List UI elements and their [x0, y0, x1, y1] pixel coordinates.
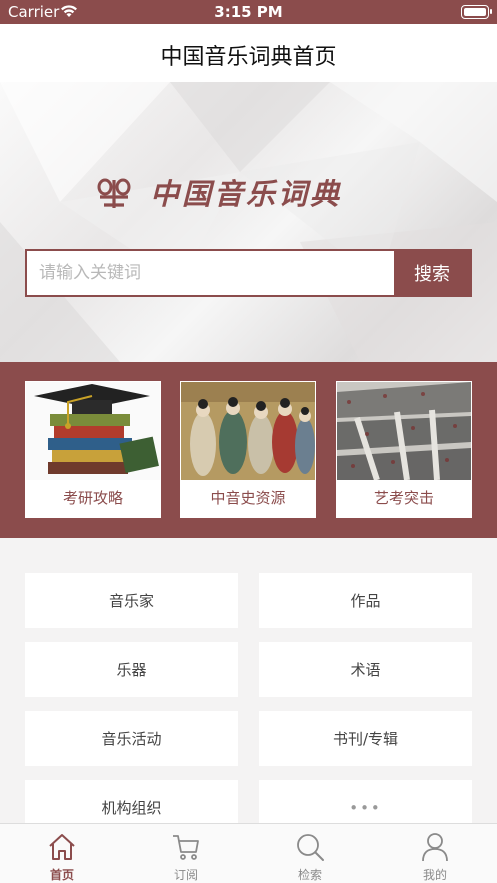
feature-label: 艺考突击	[373, 489, 434, 507]
tab-subscribe[interactable]: 订阅	[124, 824, 248, 883]
search-icon	[297, 834, 324, 861]
tab-bar: 首页 订阅 检索 我的	[0, 823, 497, 883]
feature-card-exam-guide[interactable]: 考研攻略	[25, 381, 161, 518]
category-grid: 音乐家 作品 乐器 术语 音乐活动 书刊/专辑 机构组织 •••	[0, 538, 497, 835]
battery-icon	[461, 5, 492, 19]
search-input[interactable]	[27, 251, 394, 295]
ancient-painting-image	[181, 382, 315, 480]
category-works-button[interactable]: 作品	[259, 573, 472, 628]
category-music-events-button[interactable]: 音乐活动	[25, 711, 238, 766]
search-bar: 搜索	[25, 249, 472, 297]
navigation-bar: 中国音乐词典首页	[0, 24, 497, 82]
user-icon	[422, 833, 448, 862]
feature-card-history-resources[interactable]: 中音史资源	[180, 381, 316, 518]
feature-label: 中音史资源	[210, 489, 286, 507]
search-button[interactable]: 搜索	[394, 251, 470, 295]
logo-emblem-icon	[97, 178, 131, 208]
tab-label: 首页	[49, 868, 74, 882]
category-musicians-button[interactable]: 音乐家	[25, 573, 238, 628]
dictionary-logo: 中国音乐词典	[96, 172, 406, 212]
feature-card-art-exam-sprint[interactable]: 艺考突击	[336, 381, 472, 518]
category-terms-button[interactable]: 术语	[259, 642, 472, 697]
tab-label: 订阅	[173, 868, 198, 882]
status-bar: Carrier 3:15 PM	[0, 0, 497, 24]
feature-section: 考研攻略 中音史资源 艺考突击	[0, 362, 497, 538]
exam-crowd-image	[337, 382, 471, 480]
hero-banner: 中国音乐词典 搜索	[0, 82, 497, 362]
hero-background-pattern	[0, 82, 497, 362]
clock: 3:15 PM	[214, 3, 283, 21]
tab-label: 检索	[297, 868, 322, 882]
home-icon	[49, 834, 75, 860]
logo-text: 中国音乐词典	[150, 177, 343, 211]
tab-label: 我的	[422, 868, 447, 882]
tab-profile[interactable]: 我的	[373, 824, 497, 883]
page-title: 中国音乐词典首页	[160, 45, 337, 70]
tab-search[interactable]: 检索	[248, 824, 372, 883]
books-graduation-cap-image	[26, 382, 160, 480]
tab-home[interactable]: 首页	[0, 824, 124, 883]
category-publications-button[interactable]: 书刊/专辑	[259, 711, 472, 766]
category-instruments-button[interactable]: 乐器	[25, 642, 238, 697]
cart-icon	[173, 835, 199, 860]
feature-label: 考研攻略	[62, 489, 123, 507]
